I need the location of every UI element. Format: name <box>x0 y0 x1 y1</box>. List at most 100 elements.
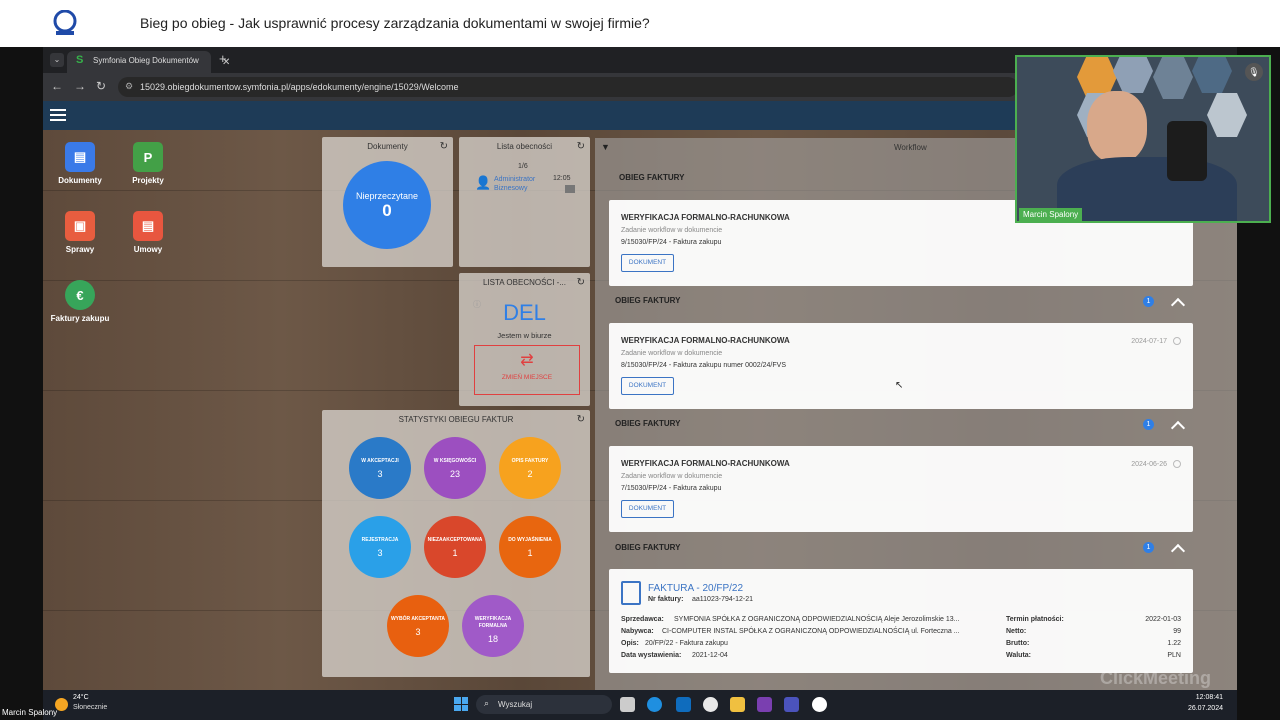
document-icon: ▤ <box>65 142 95 172</box>
refresh-icon[interactable]: ↻ <box>577 414 585 425</box>
clock-time: 12:08:41 <box>1195 694 1223 701</box>
windows-start-icon[interactable] <box>454 697 468 711</box>
card-document: 8/15030/FP/24 - Faktura zakupu numer 000… <box>621 362 786 369</box>
stat-weryfikacja-formalna[interactable]: WERYFIKACJA FORMALNA 18 <box>462 595 524 657</box>
invoice-card[interactable]: FAKTURA - 20/FP/22 Nr faktury: aa11023-7… <box>609 569 1193 673</box>
stat-label: REJESTRACJA <box>361 537 399 543</box>
forward-icon[interactable]: → <box>74 79 86 93</box>
refresh-icon[interactable]: ↻ <box>577 277 585 288</box>
presenter-face <box>1087 91 1147 163</box>
outlook-icon[interactable] <box>676 697 691 712</box>
currency-label: Waluta: <box>1006 652 1032 659</box>
card-date: 2024-06-26 <box>1131 461 1167 468</box>
app-label: Projekty <box>132 176 164 185</box>
site-info-icon[interactable]: ⚙ <box>125 81 133 92</box>
tab-search-icon[interactable]: ⌄ <box>50 53 64 67</box>
chevron-up-icon[interactable] <box>1170 543 1186 559</box>
clock-date: 26.07.2024 <box>1187 705 1223 712</box>
document-button[interactable]: DOKUMENT <box>621 377 674 395</box>
calendar-icon <box>565 185 575 193</box>
dokumenty-panel: Dokumenty ↻ Nieprzeczytane 0 <box>322 137 453 267</box>
app-sprawy[interactable]: ▣ Sprawy <box>45 211 115 255</box>
group-head: OBIEG FAKTURY <box>615 296 681 305</box>
stat-value: 1 <box>452 548 458 558</box>
stat-label: NIEZAAKCEPTOWANA <box>427 537 483 543</box>
change-location-button[interactable]: ⇄ ZMIEŃ MIEJSCE <box>474 345 580 395</box>
group-head: OBIEG FAKTURY <box>619 173 685 182</box>
stat-value: 3 <box>415 627 421 637</box>
tab-symfonia[interactable]: S Symfonia Obieg Dokumentów ✕ <box>67 51 230 73</box>
stat-value: 3 <box>377 469 383 479</box>
stat-label: W KSIĘGOWOŚCI <box>433 458 477 464</box>
panel-title: LISTA OBECNOŚCI -... <box>483 278 566 287</box>
onenote-icon[interactable] <box>757 697 772 712</box>
chair <box>1167 121 1207 181</box>
stat-value: 1 <box>527 548 533 558</box>
app-icon[interactable] <box>812 697 827 712</box>
stat-do-wyjasnienia[interactable]: DO WYJAŚNIENIA 1 <box>499 516 561 578</box>
attendance-time: 12:05 <box>553 175 571 182</box>
issue: 2021-12-04 <box>692 652 728 659</box>
app-dokumenty[interactable]: ▤ Dokumenty <box>45 142 115 186</box>
group-head: OBIEG FAKTURY <box>615 419 681 428</box>
attendance-user[interactable]: Administrator Biznesowy <box>494 175 549 193</box>
workflow-card[interactable]: WERYFIKACJA FORMALNO-RACHUNKOWA Zadanie … <box>609 323 1193 409</box>
chevron-up-icon[interactable] <box>1170 420 1186 436</box>
stat-wybor-akceptanta[interactable]: WYBÓR AKCEPTANTA 3 <box>387 595 449 657</box>
explorer-icon[interactable] <box>730 697 745 712</box>
symfonia-favicon-icon: S <box>76 54 84 66</box>
net-label: Netto: <box>1006 628 1027 635</box>
refresh-icon[interactable]: ↻ <box>577 141 585 152</box>
buyer-label: Nabywca: <box>621 628 654 635</box>
app-umowy[interactable]: ▤ Umowy <box>113 211 183 255</box>
presenter-webcam: 🎙 Marcin Spalony <box>1015 55 1271 223</box>
stat-w-ksiegowosci[interactable]: W KSIĘGOWOŚCI 23 <box>424 437 486 499</box>
stat-rejestracja[interactable]: REJESTRACJA 3 <box>349 516 411 578</box>
buyer: CI-COMPUTER INSTAL SPÓŁKA Z OGRANICZONĄ … <box>662 628 960 635</box>
chevron-up-icon[interactable] <box>1170 297 1186 313</box>
stat-value: 23 <box>449 469 460 479</box>
workflow-card[interactable]: WERYFIKACJA FORMALNO-RACHUNKOWA Zadanie … <box>609 446 1193 532</box>
panel-title: STATYSTYKI OBIEGU FAKTUR <box>398 415 514 424</box>
stat-w-akceptacji[interactable]: W AKCEPTACJI 3 <box>349 437 411 499</box>
stat-label: W AKCEPTACJI <box>361 458 399 464</box>
document-button[interactable]: DOKUMENT <box>621 254 674 272</box>
card-document: 9/15030/FP/24 - Faktura zakupu <box>621 239 722 246</box>
back-icon[interactable]: ← <box>51 79 63 93</box>
gross-label: Brutto: <box>1006 640 1030 647</box>
filter-icon[interactable]: ▼ <box>601 142 610 152</box>
url-input[interactable]: ⚙ 15029.obiegdokumentow.symfonia.pl/apps… <box>118 77 1018 97</box>
teams-icon[interactable] <box>784 697 799 712</box>
temperature: 24°C <box>73 694 89 701</box>
issue-label: Data wystawienia: <box>621 652 682 659</box>
taskbar-search[interactable]: ⌕ Wyszukaj <box>476 695 612 714</box>
stat-niezaakceptowana[interactable]: NIEZAAKCEPTOWANA 1 <box>424 516 486 578</box>
refresh-icon[interactable]: ↻ <box>440 141 448 152</box>
task-view-icon[interactable] <box>620 697 635 712</box>
edge-icon[interactable] <box>647 697 662 712</box>
app-label: Sprawy <box>65 245 95 254</box>
unread-counter[interactable]: Nieprzeczytane 0 <box>343 161 431 249</box>
chrome-icon[interactable] <box>703 697 718 712</box>
presenter-body <box>1057 157 1237 221</box>
document-button[interactable]: DOKUMENT <box>621 500 674 518</box>
invoice-nr-label: Nr faktury: <box>648 596 684 603</box>
stat-label: WERYFIKACJA FORMALNA <box>474 616 512 629</box>
stat-opis-faktury[interactable]: OPIS FAKTURY 2 <box>499 437 561 499</box>
stats-panel: STATYSTYKI OBIEGU FAKTUR ↻ W AKCEPTACJI 3… <box>322 410 590 677</box>
unread-value: 0 <box>382 201 392 220</box>
reload-icon[interactable]: ↻ <box>96 79 106 93</box>
app-projekty[interactable]: P Projekty <box>113 142 183 186</box>
gross: 1.22 <box>1167 640 1181 647</box>
card-subtitle: Zadanie workflow w dokumencie <box>621 473 723 480</box>
microphone-icon[interactable]: 🎙 <box>1245 63 1263 81</box>
card-subtitle: Zadanie workflow w dokumencie <box>621 227 723 234</box>
windows-taskbar: 24°C Słonecznie ⌕ Wyszukaj 12:08:41 26.0… <box>43 690 1237 720</box>
new-tab-icon[interactable]: + <box>219 51 227 66</box>
menu-icon[interactable] <box>50 109 66 121</box>
ci-computer-logo <box>53 10 77 35</box>
app-faktury-zakupu[interactable]: € Faktury zakupu <box>45 280 115 324</box>
app-label: Umowy <box>133 245 163 254</box>
url-text: 15029.obiegdokumentow.symfonia.pl/apps/e… <box>140 82 459 92</box>
invoice-title[interactable]: FAKTURA - 20/FP/22 <box>648 583 743 594</box>
